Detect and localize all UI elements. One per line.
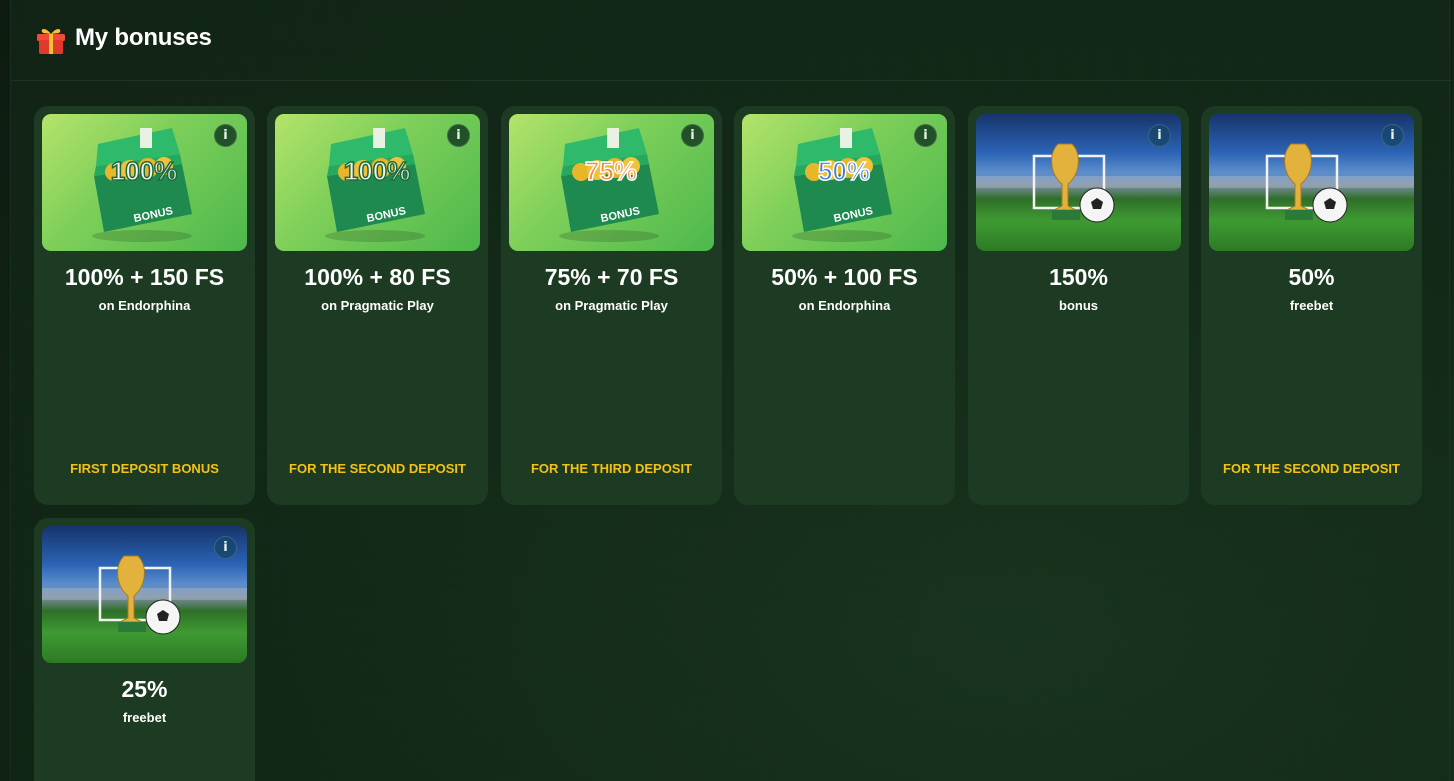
info-icon[interactable]: i xyxy=(1148,124,1171,147)
football-trophy-image: i xyxy=(976,114,1181,251)
bonus-card[interactable]: 50% BONUS i 50% + 100 FS on Endorphina xyxy=(734,106,955,505)
bonus-chest-image: 100% BONUS i xyxy=(42,114,247,251)
bonus-provider: on Pragmatic Play xyxy=(321,298,434,313)
svg-text:75%: 75% xyxy=(585,156,637,186)
deposit-tag: FOR THE SECOND DEPOSIT xyxy=(1223,461,1400,476)
bonus-provider: on Pragmatic Play xyxy=(555,298,668,313)
bonus-amount: 25% xyxy=(121,676,168,702)
info-icon[interactable]: i xyxy=(914,124,937,147)
bonus-card[interactable]: i 25% freebet xyxy=(34,518,255,781)
info-icon[interactable]: i xyxy=(681,124,704,147)
football-trophy-image: i xyxy=(42,526,247,663)
svg-text:100%: 100% xyxy=(344,156,411,186)
bonus-chest-image: 75% BONUS i xyxy=(509,114,714,251)
bonus-provider: on Endorphina xyxy=(798,298,891,313)
bonus-card[interactable]: 75% BONUS i 75% + 70 FS on Pragmatic Pla… xyxy=(501,106,722,505)
panel-header: My bonuses xyxy=(11,0,1451,81)
info-icon[interactable]: i xyxy=(1381,124,1404,147)
bonus-chest-image: 100% BONUS i xyxy=(275,114,480,251)
bonus-type: freebet xyxy=(122,710,167,725)
bonus-type: freebet xyxy=(1289,298,1334,313)
bonus-amount: 100% + 150 FS xyxy=(64,264,225,290)
page: My bonuses 100% BONUS i 100% + 150 FS on… xyxy=(0,0,1454,781)
info-icon[interactable]: i xyxy=(447,124,470,147)
deposit-tag: FOR THE SECOND DEPOSIT xyxy=(289,461,466,476)
bonus-amount: 75% + 70 FS xyxy=(544,264,679,290)
football-trophy-image: i xyxy=(1209,114,1414,251)
bonus-provider: on Endorphina xyxy=(98,298,191,313)
page-title: My bonuses xyxy=(75,24,212,51)
bonus-chest-image: 50% BONUS i xyxy=(742,114,947,251)
deposit-tag: FOR THE THIRD DEPOSIT xyxy=(530,461,693,476)
bonus-amount: 150% xyxy=(1049,264,1108,290)
bonus-card[interactable]: i 50% freebet FOR THE SECOND DEPOSIT xyxy=(1201,106,1422,505)
bonus-amount: 100% + 80 FS xyxy=(304,264,451,290)
bonus-amount: 50% + 100 FS xyxy=(771,264,918,290)
bonus-card[interactable]: 100% BONUS i 100% + 150 FS on Endorphina… xyxy=(34,106,255,505)
bonus-type: bonus xyxy=(1059,298,1098,313)
info-icon[interactable]: i xyxy=(214,536,237,559)
gift-icon xyxy=(37,28,65,54)
bonus-card[interactable]: 100% BONUS i 100% + 80 FS on Pragmatic P… xyxy=(267,106,488,505)
bonus-card[interactable]: i 150% bonus xyxy=(968,106,1189,505)
info-icon[interactable]: i xyxy=(214,124,237,147)
svg-text:50%: 50% xyxy=(818,156,870,186)
bonus-amount: 50% xyxy=(1288,264,1335,290)
svg-text:100%: 100% xyxy=(111,156,178,186)
deposit-tag: FIRST DEPOSIT BONUS xyxy=(70,461,219,476)
